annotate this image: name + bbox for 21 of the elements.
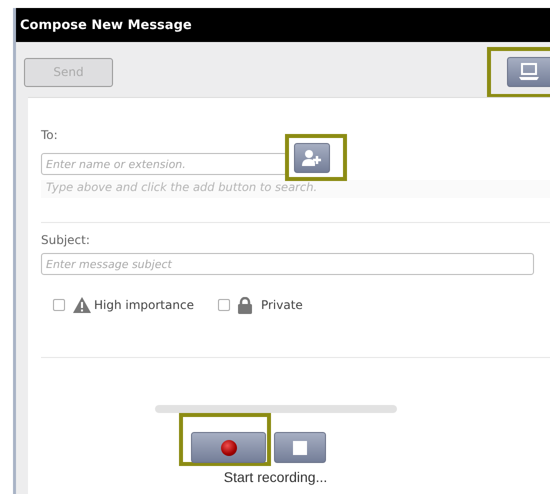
option-label: High importance [94,298,194,312]
recording-status: Start recording... [224,469,328,485]
subject-label: Subject: [41,233,91,247]
subject-field[interactable]: Enter message subject [41,253,534,275]
search-hint: Type above and click the add button to search. [41,180,550,198]
laptop-icon [518,62,540,82]
add-person-icon [302,148,322,166]
record-button[interactable] [191,432,266,463]
checkbox[interactable] [218,299,230,311]
option-label: Private [260,298,303,312]
checkbox[interactable] [53,299,65,311]
lock-icon [238,296,252,314]
to-label: To: [41,128,59,142]
warning-icon [73,297,91,313]
stop-icon [293,440,307,454]
stop-button[interactable] [274,432,326,463]
record-icon [220,440,236,456]
recipient-field[interactable]: Enter name or extension. [41,153,287,175]
window-title: Compose New Message [20,18,192,32]
computer-button[interactable] [507,57,550,87]
add-contact-button[interactable] [294,142,330,172]
